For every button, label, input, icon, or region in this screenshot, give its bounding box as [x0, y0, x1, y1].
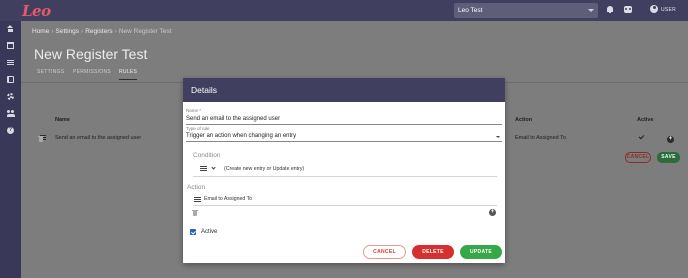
dialog-cancel-button[interactable]: CANCEL	[363, 245, 406, 259]
dropdown-caret-icon	[588, 9, 594, 12]
page-cancel-button[interactable]: CANCEL	[625, 152, 651, 163]
name-field[interactable]: Send an email to the assigned user	[186, 116, 280, 122]
rule-type-label: Type of rule	[186, 126, 210, 131]
page-save-button[interactable]: SAVE	[657, 152, 680, 163]
list-icon[interactable]	[7, 59, 14, 66]
breadcrumb-separator: ›	[51, 28, 54, 35]
breadcrumb-settings[interactable]: Settings	[56, 28, 80, 35]
rule-type-select[interactable]: Trigger an action when changing an entry	[186, 133, 296, 139]
breadcrumb-separator: ›	[114, 28, 117, 35]
active-label[interactable]: Active	[201, 229, 217, 235]
check-icon	[638, 133, 645, 140]
page-title: New Register Test	[34, 46, 148, 62]
breadcrumb-home[interactable]: Home	[32, 28, 49, 35]
dialog-title: Details	[191, 85, 217, 95]
dialog-header: Details	[183, 78, 505, 102]
sidebar: › ?	[0, 0, 21, 278]
users-icon[interactable]	[6, 110, 15, 117]
workspace-select-value: Leo Test	[458, 7, 483, 14]
condition-text: (Create new entry or Update entry)	[224, 166, 305, 172]
gear-icon[interactable]	[7, 93, 14, 100]
rule-name-cell: Send an email to the assigned user	[55, 135, 142, 141]
robot-icon[interactable]	[624, 6, 632, 13]
add-rule-icon[interactable]: +	[667, 136, 674, 143]
book-icon[interactable]	[7, 76, 14, 83]
chevron-down-icon[interactable]	[211, 165, 216, 170]
help-icon[interactable]: ?	[7, 127, 14, 134]
action-divider	[193, 205, 497, 206]
breadcrumb-separator: ›	[81, 28, 84, 35]
condition-divider	[193, 176, 497, 177]
bell-icon[interactable]	[607, 6, 613, 13]
user-menu-label[interactable]: USER	[661, 7, 676, 13]
breadcrumb-current: New Register Test	[118, 28, 172, 35]
rule-type-underline	[186, 141, 502, 142]
column-header-name: Name	[55, 117, 70, 123]
column-header-active: Active	[637, 117, 654, 123]
add-action-icon[interactable]: +	[489, 209, 496, 216]
condition-section-label: Condition	[193, 152, 221, 159]
tab-settings[interactable]: SETTINGS	[37, 69, 64, 75]
condition-handle-icon[interactable]	[200, 166, 207, 171]
select-caret-icon[interactable]	[496, 136, 500, 138]
action-text: Email to Assigned To	[204, 196, 253, 202]
name-field-label: Name *	[186, 108, 202, 113]
top-bar: Leo Leo Test USER	[0, 0, 688, 21]
column-header-action: Action	[515, 117, 533, 123]
rule-action-cell: Email to Assigned To	[515, 135, 566, 141]
app-logo[interactable]: Leo	[22, 2, 51, 20]
home-icon[interactable]	[7, 25, 14, 32]
tab-rules[interactable]: RULES	[119, 69, 138, 80]
breadcrumb-registers[interactable]: Registers	[85, 28, 112, 35]
calendar-icon[interactable]	[7, 42, 14, 49]
workspace-select[interactable]: Leo Test	[454, 3, 598, 18]
details-dialog: Details Name * Send an email to the assi…	[183, 78, 505, 263]
trash-icon[interactable]	[38, 135, 44, 142]
name-field-underline	[186, 124, 502, 125]
active-checkbox[interactable]	[190, 229, 196, 235]
user-avatar-icon[interactable]	[650, 5, 658, 13]
tab-permissions[interactable]: PERMISSIONS	[73, 69, 111, 75]
action-handle-icon[interactable]	[194, 197, 201, 202]
breadcrumb: Home › Settings › Registers › New Register Tes…	[32, 28, 171, 35]
action-section-label: Action	[187, 184, 206, 191]
dialog-delete-button[interactable]: DELETE	[412, 245, 454, 259]
dialog-update-button[interactable]: UPDATE	[460, 245, 502, 259]
trash-icon[interactable]	[192, 209, 198, 216]
